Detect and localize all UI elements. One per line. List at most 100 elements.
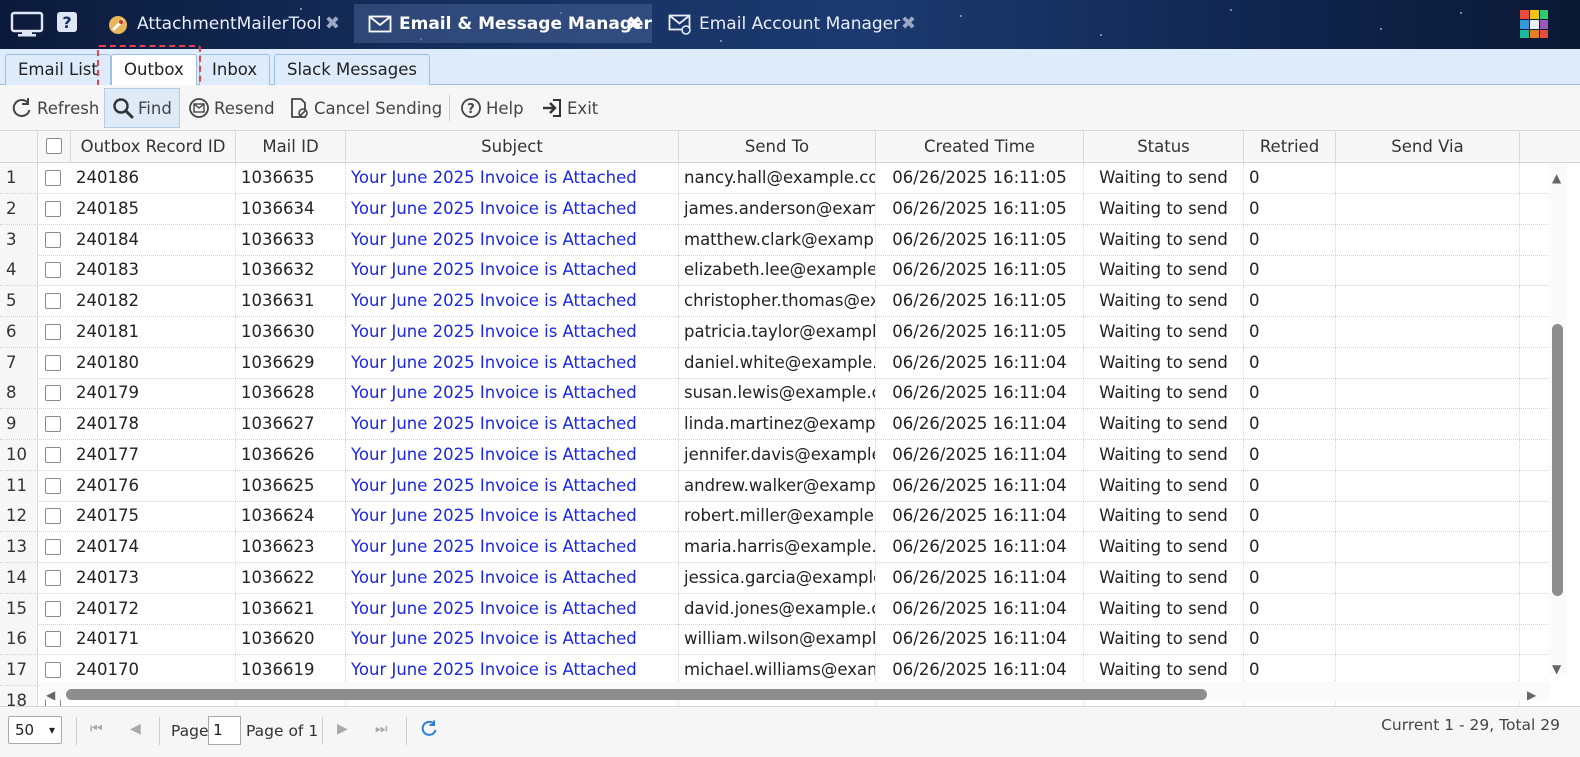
page-number-input[interactable]: 1 — [208, 716, 241, 745]
row-checkbox[interactable] — [45, 262, 61, 279]
horizontal-scrollbar-thumb[interactable] — [66, 689, 1207, 700]
help-button[interactable]: ? Help — [453, 88, 531, 128]
table-row[interactable]: 12 240175 1036624 Your June 2025 Invoice is… — [0, 501, 1550, 533]
table-row[interactable]: 11 240176 1036625 Your June 2025 Invoice is… — [0, 470, 1550, 502]
tab-slack-messages[interactable]: Slack Messages — [274, 54, 430, 86]
tab-outbox[interactable]: Outbox — [111, 54, 197, 86]
table-row[interactable]: 15 240172 1036621 Your June 2025 Invoice is… — [0, 593, 1550, 625]
table-row[interactable]: 7 240180 1036629 Your June 2025 Invoice is … — [0, 347, 1550, 379]
cell-subject[interactable]: Your June 2025 Invoice is Attached — [346, 655, 679, 685]
cell-subject[interactable]: Your June 2025 Invoice is Attached — [346, 470, 679, 501]
scroll-up-icon[interactable]: ▲ — [1552, 172, 1561, 184]
row-checkbox[interactable] — [45, 293, 61, 309]
next-page-icon[interactable]: ▶ — [337, 721, 348, 737]
table-row[interactable]: 16 240171 1036620 Your June 2025 Invoice is… — [0, 624, 1550, 656]
header-mail-id[interactable]: Mail ID — [236, 131, 346, 163]
row-checkbox[interactable] — [45, 385, 61, 402]
first-page-icon[interactable]: ⏮ — [90, 721, 103, 737]
table-row[interactable]: 4 240183 1036632 Your June 2025 Invoice is … — [0, 255, 1550, 287]
find-button[interactable]: Find — [104, 88, 180, 128]
row-checkbox[interactable] — [45, 662, 61, 678]
row-checkbox[interactable] — [45, 446, 61, 463]
row-checkbox[interactable] — [45, 354, 61, 371]
row-checkbox[interactable] — [45, 170, 61, 186]
row-checkbox[interactable] — [45, 416, 61, 432]
refresh-button[interactable]: Refresh — [4, 88, 106, 128]
app-tab-label: AttachmentMailerTool — [137, 13, 322, 34]
cell-retried: 0 — [1244, 532, 1336, 562]
help-label: Help — [486, 98, 524, 118]
cell-subject[interactable]: Your June 2025 Invoice is Attached — [346, 193, 679, 224]
row-checkbox[interactable] — [45, 231, 61, 248]
row-checkbox[interactable] — [45, 323, 61, 340]
header-created-time[interactable]: Created Time — [876, 131, 1084, 163]
app-tab-attachment-mailer[interactable]: AttachmentMailerTool ✖ — [92, 4, 350, 43]
row-checkbox[interactable] — [45, 477, 61, 494]
cell-subject[interactable]: Your June 2025 Invoice is Attached — [346, 562, 679, 593]
app-tab-email-account-manager[interactable]: Email Account Manager ✖ — [654, 4, 926, 43]
help-icon[interactable]: ? — [56, 11, 78, 37]
header-send-via[interactable]: Send Via — [1336, 131, 1520, 163]
close-tab-icon[interactable]: ✖ — [627, 13, 642, 34]
app-launcher-icon[interactable] — [1518, 8, 1550, 44]
header-subject[interactable]: Subject — [346, 131, 679, 163]
table-row[interactable]: 9 240178 1036627 Your June 2025 Invoice is … — [0, 409, 1550, 440]
app-tab-email-message-manager[interactable]: Email & Message Manager ✖ — [354, 4, 652, 43]
cell-outbox-record-id: 240180 — [71, 347, 236, 378]
cell-subject[interactable]: Your June 2025 Invoice is Attached — [346, 409, 679, 439]
cell-subject[interactable]: Your June 2025 Invoice is Attached — [346, 378, 679, 409]
table-row[interactable]: 6 240181 1036630 Your June 2025 Invoice is … — [0, 316, 1550, 348]
row-checkbox[interactable] — [45, 539, 61, 555]
row-checkbox[interactable] — [45, 200, 61, 217]
cell-subject[interactable]: Your June 2025 Invoice is Attached — [346, 255, 679, 286]
table-row[interactable]: 5 240182 1036631 Your June 2025 Invoice is … — [0, 286, 1550, 317]
cell-subject[interactable]: Your June 2025 Invoice is Attached — [346, 316, 679, 347]
header-send-to[interactable]: Send To — [679, 131, 876, 163]
table-row[interactable]: 8 240179 1036628 Your June 2025 Invoice is … — [0, 378, 1550, 410]
cell-retried: 0 — [1244, 439, 1336, 470]
cell-subject[interactable]: Your June 2025 Invoice is Attached — [346, 347, 679, 378]
scroll-left-icon[interactable]: ◀ — [46, 689, 55, 701]
table-row[interactable]: 1 240186 1036635 Your June 2025 Invoice is … — [0, 163, 1550, 194]
table-row[interactable]: 2 240185 1036634 Your June 2025 Invoice is … — [0, 193, 1550, 225]
cell-send-to: robert.miller@example.com — [679, 501, 876, 532]
table-row[interactable]: 13 240174 1036623 Your June 2025 Invoice is… — [0, 532, 1550, 563]
reload-icon[interactable] — [420, 720, 438, 742]
cell-subject[interactable]: Your June 2025 Invoice is Attached — [346, 593, 679, 624]
select-all-checkbox[interactable] — [46, 138, 62, 154]
resend-button[interactable]: Resend — [181, 88, 282, 128]
table-row[interactable]: 14 240173 1036622 Your June 2025 Invoice is… — [0, 562, 1550, 594]
page-label: Page — [171, 722, 209, 740]
cell-subject[interactable]: Your June 2025 Invoice is Attached — [346, 224, 679, 255]
cell-subject[interactable]: Your June 2025 Invoice is Attached — [346, 501, 679, 532]
exit-button[interactable]: Exit — [534, 88, 605, 128]
row-checkbox[interactable] — [45, 508, 61, 525]
cancel-sending-label: Cancel Sending — [314, 98, 443, 118]
table-row[interactable]: 10 240177 1036626 Your June 2025 Invoice is… — [0, 439, 1550, 471]
cell-subject[interactable]: Your June 2025 Invoice is Attached — [346, 163, 679, 193]
header-retried[interactable]: Retried — [1244, 131, 1336, 163]
page-size-select[interactable]: 50 ▾ — [8, 716, 62, 744]
header-outbox-record-id[interactable]: Outbox Record ID — [71, 131, 236, 163]
cell-subject[interactable]: Your June 2025 Invoice is Attached — [346, 624, 679, 655]
row-checkbox[interactable] — [45, 631, 61, 648]
cell-subject[interactable]: Your June 2025 Invoice is Attached — [346, 532, 679, 562]
tab-inbox[interactable]: Inbox — [199, 54, 271, 86]
header-rownum — [0, 131, 38, 163]
cell-subject[interactable]: Your June 2025 Invoice is Attached — [346, 286, 679, 316]
scroll-right-icon[interactable]: ▶ — [1527, 689, 1536, 701]
scroll-down-icon[interactable]: ▼ — [1552, 663, 1561, 675]
vertical-scrollbar-thumb[interactable] — [1552, 324, 1563, 596]
header-status[interactable]: Status — [1084, 131, 1244, 163]
prev-page-icon[interactable]: ◀ — [130, 721, 141, 737]
row-checkbox[interactable] — [45, 569, 61, 586]
desktop-icon[interactable] — [10, 11, 44, 41]
tab-email-list[interactable]: Email List — [5, 54, 111, 86]
cancel-sending-button[interactable]: Cancel Sending — [281, 88, 449, 128]
close-tab-icon[interactable]: ✖ — [901, 13, 916, 34]
cell-subject[interactable]: Your June 2025 Invoice is Attached — [346, 439, 679, 470]
close-tab-icon[interactable]: ✖ — [325, 13, 340, 34]
row-checkbox[interactable] — [45, 600, 61, 617]
last-page-icon[interactable]: ⏭ — [375, 721, 388, 737]
table-row[interactable]: 3 240184 1036633 Your June 2025 Invoice is … — [0, 224, 1550, 256]
